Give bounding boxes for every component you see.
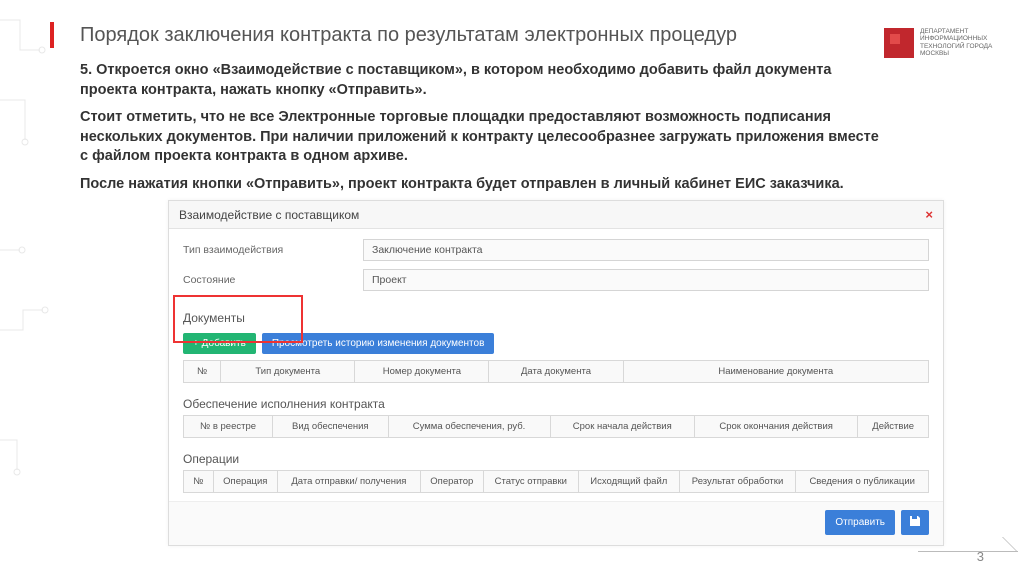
assur-col-4: Срок начала действия bbox=[550, 416, 694, 438]
assur-col-2: Вид обеспечения bbox=[273, 416, 388, 438]
save-icon bbox=[909, 515, 921, 527]
paragraph-3: После нажатия кнопки «Отправить», проект… bbox=[80, 175, 884, 195]
app-window: Взаимодействие с поставщиком × Тип взаим… bbox=[168, 200, 944, 546]
ops-col-5: Статус отправки bbox=[483, 471, 578, 493]
paragraph-2: Стоит отметить, что не все Электронные т… bbox=[80, 108, 884, 167]
assur-col-5: Срок окончания действия bbox=[694, 416, 857, 438]
assur-col-3: Сумма обеспечения, руб. bbox=[388, 416, 550, 438]
docs-col-name: Наименование документа bbox=[623, 361, 928, 383]
view-history-button[interactable]: Просмотреть историю изменения документов bbox=[262, 333, 495, 354]
assur-col-6: Действие bbox=[858, 416, 929, 438]
save-icon-button[interactable] bbox=[901, 510, 929, 535]
assurance-table: № в реестре Вид обеспечения Сумма обеспе… bbox=[183, 415, 929, 438]
window-header: Взаимодействие с поставщиком × bbox=[169, 201, 943, 229]
docs-col-type: Тип документа bbox=[221, 361, 355, 383]
paragraph-1: 5. Откроется окно «Взаимодействие с пост… bbox=[80, 61, 884, 100]
operations-section-title: Операции bbox=[169, 446, 943, 470]
send-button[interactable]: Отправить bbox=[825, 510, 895, 535]
assurance-section-title: Обеспечение исполнения контракта bbox=[169, 391, 943, 415]
type-label: Тип взаимодействия bbox=[183, 244, 363, 256]
docs-col-date: Дата документа bbox=[489, 361, 623, 383]
close-icon[interactable]: × bbox=[925, 207, 933, 222]
slide-title: Порядок заключения контракта по результа… bbox=[80, 24, 884, 47]
ops-col-7: Результат обработки bbox=[679, 471, 796, 493]
docs-col-num: № bbox=[184, 361, 221, 383]
type-value: Заключение контракта bbox=[363, 239, 929, 261]
window-title: Взаимодействие с поставщиком bbox=[179, 208, 359, 222]
documents-table: № Тип документа Номер документа Дата док… bbox=[183, 360, 929, 383]
assur-col-1: № в реестре bbox=[184, 416, 273, 438]
state-value: Проект bbox=[363, 269, 929, 291]
ops-col-6: Исходящий файл bbox=[578, 471, 679, 493]
title-accent-bar bbox=[50, 22, 54, 48]
ops-col-3: Дата отправки/ получения bbox=[277, 471, 420, 493]
ops-col-4: Оператор bbox=[420, 471, 483, 493]
ops-col-8: Сведения о публикации bbox=[796, 471, 929, 493]
operations-table: № Операция Дата отправки/ получения Опер… bbox=[183, 470, 929, 493]
state-label: Состояние bbox=[183, 274, 363, 286]
documents-section-title: Документы bbox=[169, 305, 943, 329]
ops-col-2: Операция bbox=[213, 471, 277, 493]
docs-col-number: Номер документа bbox=[355, 361, 489, 383]
add-document-button[interactable]: + Добавить bbox=[183, 333, 256, 354]
ops-col-1: № bbox=[184, 471, 214, 493]
